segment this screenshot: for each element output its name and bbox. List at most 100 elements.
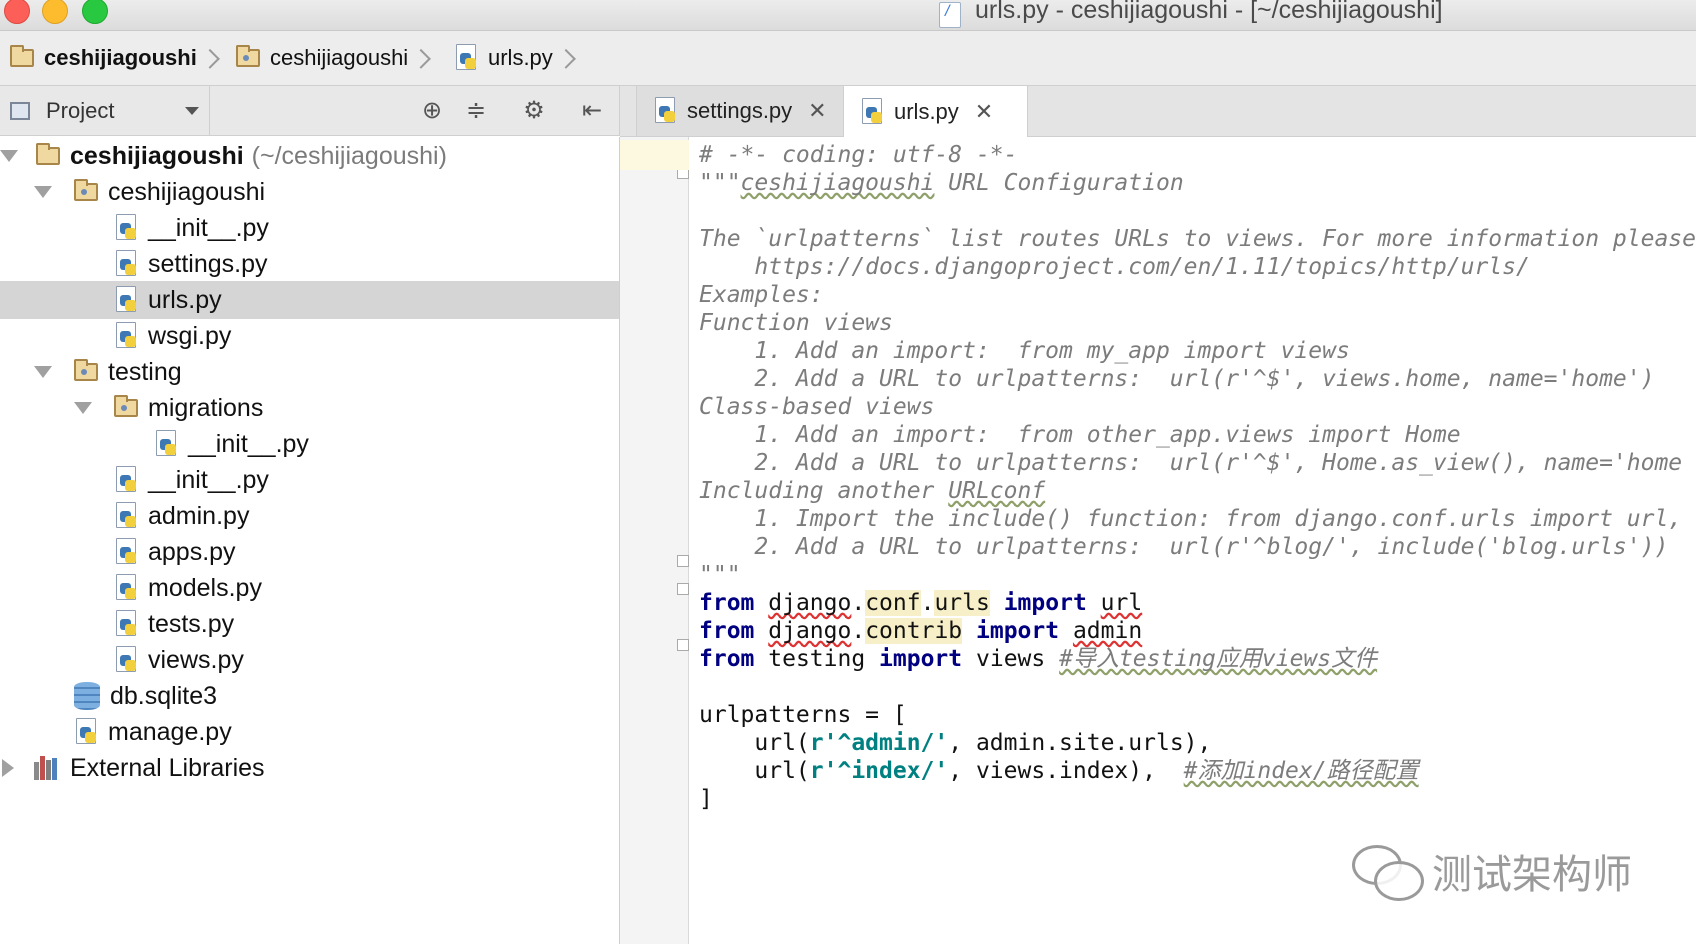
code-line: Including another URLconf — [699, 478, 1046, 504]
code-line: Class-based views — [699, 394, 935, 420]
tree-item-package[interactable]: testing — [0, 353, 619, 391]
code-line: Examples: — [699, 282, 824, 308]
fold-marker-icon[interactable] — [677, 639, 689, 651]
tree-item-label: settings.py — [148, 249, 268, 278]
tree-item-file[interactable]: tests.py — [0, 605, 619, 643]
expand-arrow-icon[interactable] — [34, 186, 52, 198]
tree-item-file-selected[interactable]: urls.py — [0, 281, 619, 319]
code-line: 1. Import the include() function: from d… — [699, 506, 1683, 532]
code-line: from django.contrib import admin — [699, 618, 1143, 644]
wechat-watermark: 测试架构师 — [1352, 842, 1632, 901]
chevron-right-icon — [203, 43, 217, 73]
python-file-icon — [116, 502, 138, 530]
fold-marker-icon[interactable] — [677, 583, 689, 595]
tree-item-label: __init__.py — [148, 465, 269, 494]
tree-item-file[interactable]: __init__.py — [0, 425, 619, 463]
tree-item-label: models.py — [148, 573, 262, 602]
tree-item-label: views.py — [148, 645, 244, 674]
python-file-icon — [862, 97, 884, 126]
code-editor[interactable]: # -*- coding: utf-8 -*- """ceshijiagoush… — [689, 137, 1696, 944]
code-line: from testing import views #导入testing应用vi… — [699, 646, 1378, 672]
project-view-dropdown[interactable]: Project — [0, 86, 210, 135]
python-file-icon — [939, 2, 961, 28]
tree-item-label: wsgi.py — [148, 321, 232, 350]
tree-item-file[interactable]: __init__.py — [0, 209, 619, 247]
gear-icon[interactable]: ⚙ — [520, 96, 548, 124]
window-titlebar: urls.py - ceshijiagoushi - [~/ceshijiago… — [0, 0, 1696, 31]
project-panel-header: Project ⊕ ≑ ⚙ ⇤ — [0, 86, 620, 136]
tree-item-file[interactable]: db.sqlite3 — [0, 677, 619, 715]
code-line: 2. Add a URL to urlpatterns: url(r'^$', … — [699, 366, 1655, 392]
chevron-down-icon — [185, 107, 199, 115]
breadcrumb-item-file[interactable]: urls.py — [456, 43, 573, 73]
code-line: Function views — [699, 310, 893, 336]
tree-item-file[interactable]: manage.py — [0, 713, 619, 751]
expand-arrow-icon[interactable] — [0, 150, 18, 162]
tree-item-file[interactable]: wsgi.py — [0, 317, 619, 355]
code-line: 1. Add an import: from other_app.views i… — [699, 422, 1461, 448]
code-line: 2. Add a URL to urlpatterns: url(r'^blog… — [699, 534, 1669, 560]
expand-arrow-icon[interactable] — [2, 759, 14, 777]
editor-gutter — [620, 137, 689, 944]
fold-marker-icon[interactable] — [677, 555, 689, 567]
code-line: url(r'^index/', views.index), #添加index/路… — [754, 758, 1419, 784]
python-file-icon — [116, 574, 138, 602]
folder-icon — [10, 45, 34, 67]
breadcrumb-label: urls.py — [488, 45, 553, 70]
zoom-window-button[interactable] — [82, 0, 108, 24]
python-file-icon — [116, 286, 138, 314]
close-icon[interactable]: ✕ — [975, 99, 993, 125]
tree-item-label: __init__.py — [148, 213, 269, 242]
tree-item-label: ceshijiagoushi — [70, 141, 244, 170]
tree-item-file[interactable]: __init__.py — [0, 461, 619, 499]
tree-item-file[interactable]: models.py — [0, 569, 619, 607]
tree-item-label: manage.py — [108, 717, 232, 746]
tree-item-file[interactable]: views.py — [0, 641, 619, 679]
code-line: https://docs.djangoproject.com/en/1.11/t… — [699, 254, 1530, 280]
python-file-icon — [655, 97, 677, 125]
tree-item-path-hint: (~/ceshijiagoushi) — [251, 141, 447, 170]
breadcrumb-label: ceshijiagoushi — [44, 45, 197, 70]
scroll-from-source-icon[interactable]: ⊕ — [418, 96, 446, 124]
close-window-button[interactable] — [4, 0, 30, 24]
chevron-right-icon — [559, 43, 573, 73]
code-line: urlpatterns = [ — [699, 702, 907, 728]
tree-item-label: testing — [108, 357, 182, 386]
tree-item-package[interactable]: migrations — [0, 389, 619, 427]
tab-urls[interactable]: urls.py ✕ — [844, 86, 1028, 137]
folder-icon — [36, 143, 60, 165]
expand-arrow-icon[interactable] — [34, 366, 52, 378]
tree-item-project-root[interactable]: ceshijiagoushi (~/ceshijiagoushi) — [0, 137, 619, 175]
hide-panel-icon[interactable]: ⇤ — [578, 96, 606, 124]
package-folder-icon — [114, 395, 138, 417]
tree-item-label: __init__.py — [188, 429, 309, 458]
tree-item-file[interactable]: apps.py — [0, 533, 619, 571]
minimize-window-button[interactable] — [42, 0, 68, 24]
tab-settings[interactable]: settings.py ✕ — [636, 86, 844, 136]
close-icon[interactable]: ✕ — [808, 98, 826, 124]
tree-item-file[interactable]: admin.py — [0, 497, 619, 535]
package-folder-icon — [74, 359, 98, 381]
window-title-text: urls.py - ceshijiagoushi - [~/ceshijiago… — [975, 0, 1443, 24]
python-file-icon — [456, 44, 478, 72]
breadcrumb-item-project[interactable]: ceshijiagoushi — [10, 43, 217, 73]
tree-item-file[interactable]: settings.py — [0, 245, 619, 283]
expand-arrow-icon[interactable] — [74, 402, 92, 414]
tree-item-external-libraries[interactable]: External Libraries — [0, 749, 619, 787]
window-title: urls.py - ceshijiagoushi - [~/ceshijiago… — [939, 0, 1443, 28]
tree-item-package[interactable]: ceshijiagoushi — [0, 173, 619, 211]
code-line: The `urlpatterns` list routes URLs to vi… — [699, 226, 1696, 252]
tab-label: settings.py — [687, 98, 793, 123]
breadcrumb-item-package[interactable]: ceshijiagoushi — [236, 43, 428, 73]
code-line: # -*- coding: utf-8 -*- — [699, 142, 1018, 168]
tree-item-label: migrations — [148, 393, 264, 422]
collapse-all-icon[interactable]: ≑ — [462, 96, 490, 124]
breadcrumb: ceshijiagoushi ceshijiagoushi urls.py — [0, 31, 1696, 86]
python-file-icon — [116, 214, 138, 242]
code-line: url(r'^admin/', admin.site.urls), — [754, 730, 1212, 756]
package-folder-icon — [236, 45, 260, 67]
python-file-icon — [76, 718, 98, 746]
wechat-icon — [1352, 845, 1424, 901]
breadcrumb-label: ceshijiagoushi — [270, 45, 409, 70]
project-tree: ceshijiagoushi (~/ceshijiagoushi) ceshij… — [0, 137, 620, 944]
